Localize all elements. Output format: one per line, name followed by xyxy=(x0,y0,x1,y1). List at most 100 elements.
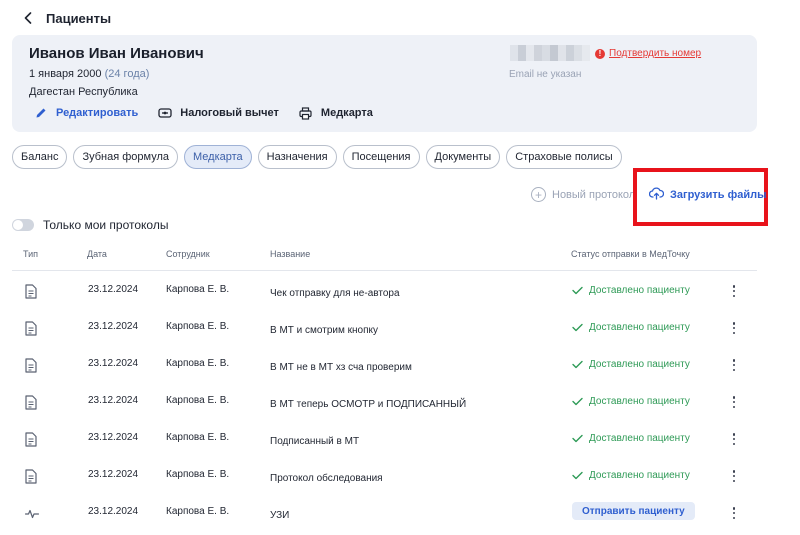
row-name[interactable]: Протокол обследования xyxy=(270,473,383,484)
check-icon xyxy=(572,471,583,480)
row-name[interactable]: УЗИ xyxy=(270,510,289,521)
row-status-label: Доставлено пациенту xyxy=(589,433,690,444)
kebab-menu-icon[interactable] xyxy=(729,395,739,409)
row-date: 23.12.2024 xyxy=(88,284,139,295)
pencil-icon xyxy=(34,106,48,120)
document-icon xyxy=(25,469,38,484)
document-icon xyxy=(25,284,38,299)
kebab-menu-icon[interactable] xyxy=(729,284,739,298)
row-date: 23.12.2024 xyxy=(88,358,139,369)
new-protocol-button[interactable]: + Новый протокол xyxy=(531,187,635,202)
row-status: Доставлено пациенту xyxy=(572,285,690,296)
chevron-left-icon[interactable] xyxy=(24,11,34,25)
new-protocol-label: Новый протокол xyxy=(552,188,636,201)
kebab-menu-icon[interactable] xyxy=(729,321,739,335)
row-status-label: Доставлено пациенту xyxy=(589,285,690,296)
row-date: 23.12.2024 xyxy=(88,432,139,443)
upload-files-button[interactable]: Загрузить файлы xyxy=(648,187,767,203)
row-employee: Карпова Е. В. xyxy=(166,321,230,332)
row-employee: Карпова Е. В. xyxy=(166,432,230,443)
check-icon xyxy=(572,360,583,369)
row-employee: Карпова Е. В. xyxy=(166,395,230,406)
page-header: Пациенты xyxy=(24,9,111,27)
check-icon xyxy=(572,397,583,406)
row-status-label: Доставлено пациенту xyxy=(589,359,690,370)
kebab-menu-icon[interactable] xyxy=(729,506,739,520)
only-mine-filter: Только мои протоколы xyxy=(12,218,168,232)
row-status-label: Доставлено пациенту xyxy=(589,470,690,481)
table-row[interactable]: 23.12.2024 Карпова Е. В. В МТ теперь ОСМ… xyxy=(12,383,757,420)
table-row[interactable]: 23.12.2024 Карпова Е. В. Подписанный в М… xyxy=(12,420,757,457)
row-name[interactable]: В МТ теперь ОСМОТР и ПОДПИСАННЫЙ xyxy=(270,399,466,410)
confirm-phone-link[interactable]: Подтвердить номер xyxy=(609,48,701,59)
send-to-patient-button[interactable]: Отправить пациенту xyxy=(572,502,695,520)
patient-age: (24 года) xyxy=(104,68,150,80)
row-employee: Карпова Е. В. xyxy=(166,469,230,480)
document-icon xyxy=(25,358,38,373)
row-name[interactable]: Чек отправку для не-автора xyxy=(270,288,400,299)
check-icon xyxy=(572,434,583,443)
row-name[interactable]: В МТ и смотрим кнопку xyxy=(270,325,378,336)
receipt-icon xyxy=(158,106,172,120)
pulse-icon xyxy=(24,506,40,521)
table-row[interactable]: 23.12.2024 Карпова Е. В. УЗИ Отправить п… xyxy=(12,494,757,531)
error-icon: ! xyxy=(595,48,605,59)
printer-icon xyxy=(299,106,313,120)
table-row[interactable]: 23.12.2024 Карпова Е. В. В МТ не в МТ хз… xyxy=(12,346,757,383)
kebab-menu-icon[interactable] xyxy=(729,469,739,483)
row-status: Доставлено пациенту xyxy=(572,322,690,333)
row-status-label: Доставлено пациенту xyxy=(589,396,690,407)
check-icon xyxy=(572,286,583,295)
tab-bar: Баланс Зубная формула Медкарта Назначени… xyxy=(12,145,622,169)
print-medcard-button[interactable]: Медкарта xyxy=(299,106,373,120)
birth-date-value: 1 января 2000 xyxy=(29,68,102,80)
row-status: Доставлено пациенту xyxy=(572,396,690,407)
kebab-menu-icon[interactable] xyxy=(729,358,739,372)
patient-region: Дагестан Республика xyxy=(29,86,138,98)
patient-actions: Редактировать Налоговый вычет Медкарта xyxy=(34,106,393,120)
plus-circle-icon: + xyxy=(531,187,546,202)
check-icon xyxy=(572,323,583,332)
tab-dental-formula[interactable]: Зубная формула xyxy=(73,145,178,169)
only-mine-label: Только мои протоколы xyxy=(43,218,169,232)
tab-documents[interactable]: Документы xyxy=(425,145,501,169)
row-name[interactable]: Подписанный в МТ xyxy=(270,436,359,447)
tab-visits[interactable]: Посещения xyxy=(342,145,420,169)
row-status: Доставлено пациенту xyxy=(572,470,690,481)
document-icon xyxy=(25,432,38,447)
tab-appointments[interactable]: Назначения xyxy=(257,145,337,169)
tax-deduction-label: Налоговый вычет xyxy=(180,107,279,119)
tax-deduction-button[interactable]: Налоговый вычет xyxy=(158,106,279,120)
cloud-upload-icon xyxy=(648,187,665,203)
table-row[interactable]: 23.12.2024 Карпова Е. В. В МТ и смотрим … xyxy=(12,309,757,346)
row-status-label: Доставлено пациенту xyxy=(589,322,690,333)
medcard-label: Медкарта xyxy=(320,107,373,119)
phone-number-blurred xyxy=(510,45,590,61)
page-title[interactable]: Пациенты xyxy=(46,11,111,26)
col-name: Название xyxy=(270,249,311,259)
row-name[interactable]: В МТ не в МТ хз сча проверим xyxy=(270,362,412,373)
tab-medcard[interactable]: Медкарта xyxy=(184,145,252,169)
table-header: Тип Дата Сотрудник Название Статус отпра… xyxy=(12,247,757,271)
patient-birth-date: 1 января 2000 (24 года) xyxy=(29,68,149,80)
row-employee: Карпова Е. В. xyxy=(166,506,230,517)
row-status: Доставлено пациенту xyxy=(572,359,690,370)
document-icon xyxy=(25,321,38,336)
row-date: 23.12.2024 xyxy=(88,469,139,480)
col-status: Статус отправки в МедТочку xyxy=(571,249,690,259)
tab-insurance[interactable]: Страховые полисы xyxy=(506,145,622,169)
col-employee: Сотрудник xyxy=(166,249,210,259)
patient-email: Email не указан xyxy=(509,69,582,80)
row-date: 23.12.2024 xyxy=(88,395,139,406)
table-row[interactable]: 23.12.2024 Карпова Е. В. Чек отправку дл… xyxy=(12,272,757,309)
kebab-menu-icon[interactable] xyxy=(729,432,739,446)
confirm-phone: ! Подтвердить номер xyxy=(595,48,701,59)
col-type: Тип xyxy=(23,249,39,259)
upload-files-label: Загрузить файлы xyxy=(670,189,767,201)
only-mine-toggle[interactable] xyxy=(12,219,34,231)
tab-balance[interactable]: Баланс xyxy=(12,145,68,169)
row-status: Доставлено пациенту xyxy=(572,433,690,444)
document-icon xyxy=(25,395,38,410)
edit-button[interactable]: Редактировать xyxy=(34,106,138,120)
table-row[interactable]: 23.12.2024 Карпова Е. В. Протокол обслед… xyxy=(12,457,757,494)
